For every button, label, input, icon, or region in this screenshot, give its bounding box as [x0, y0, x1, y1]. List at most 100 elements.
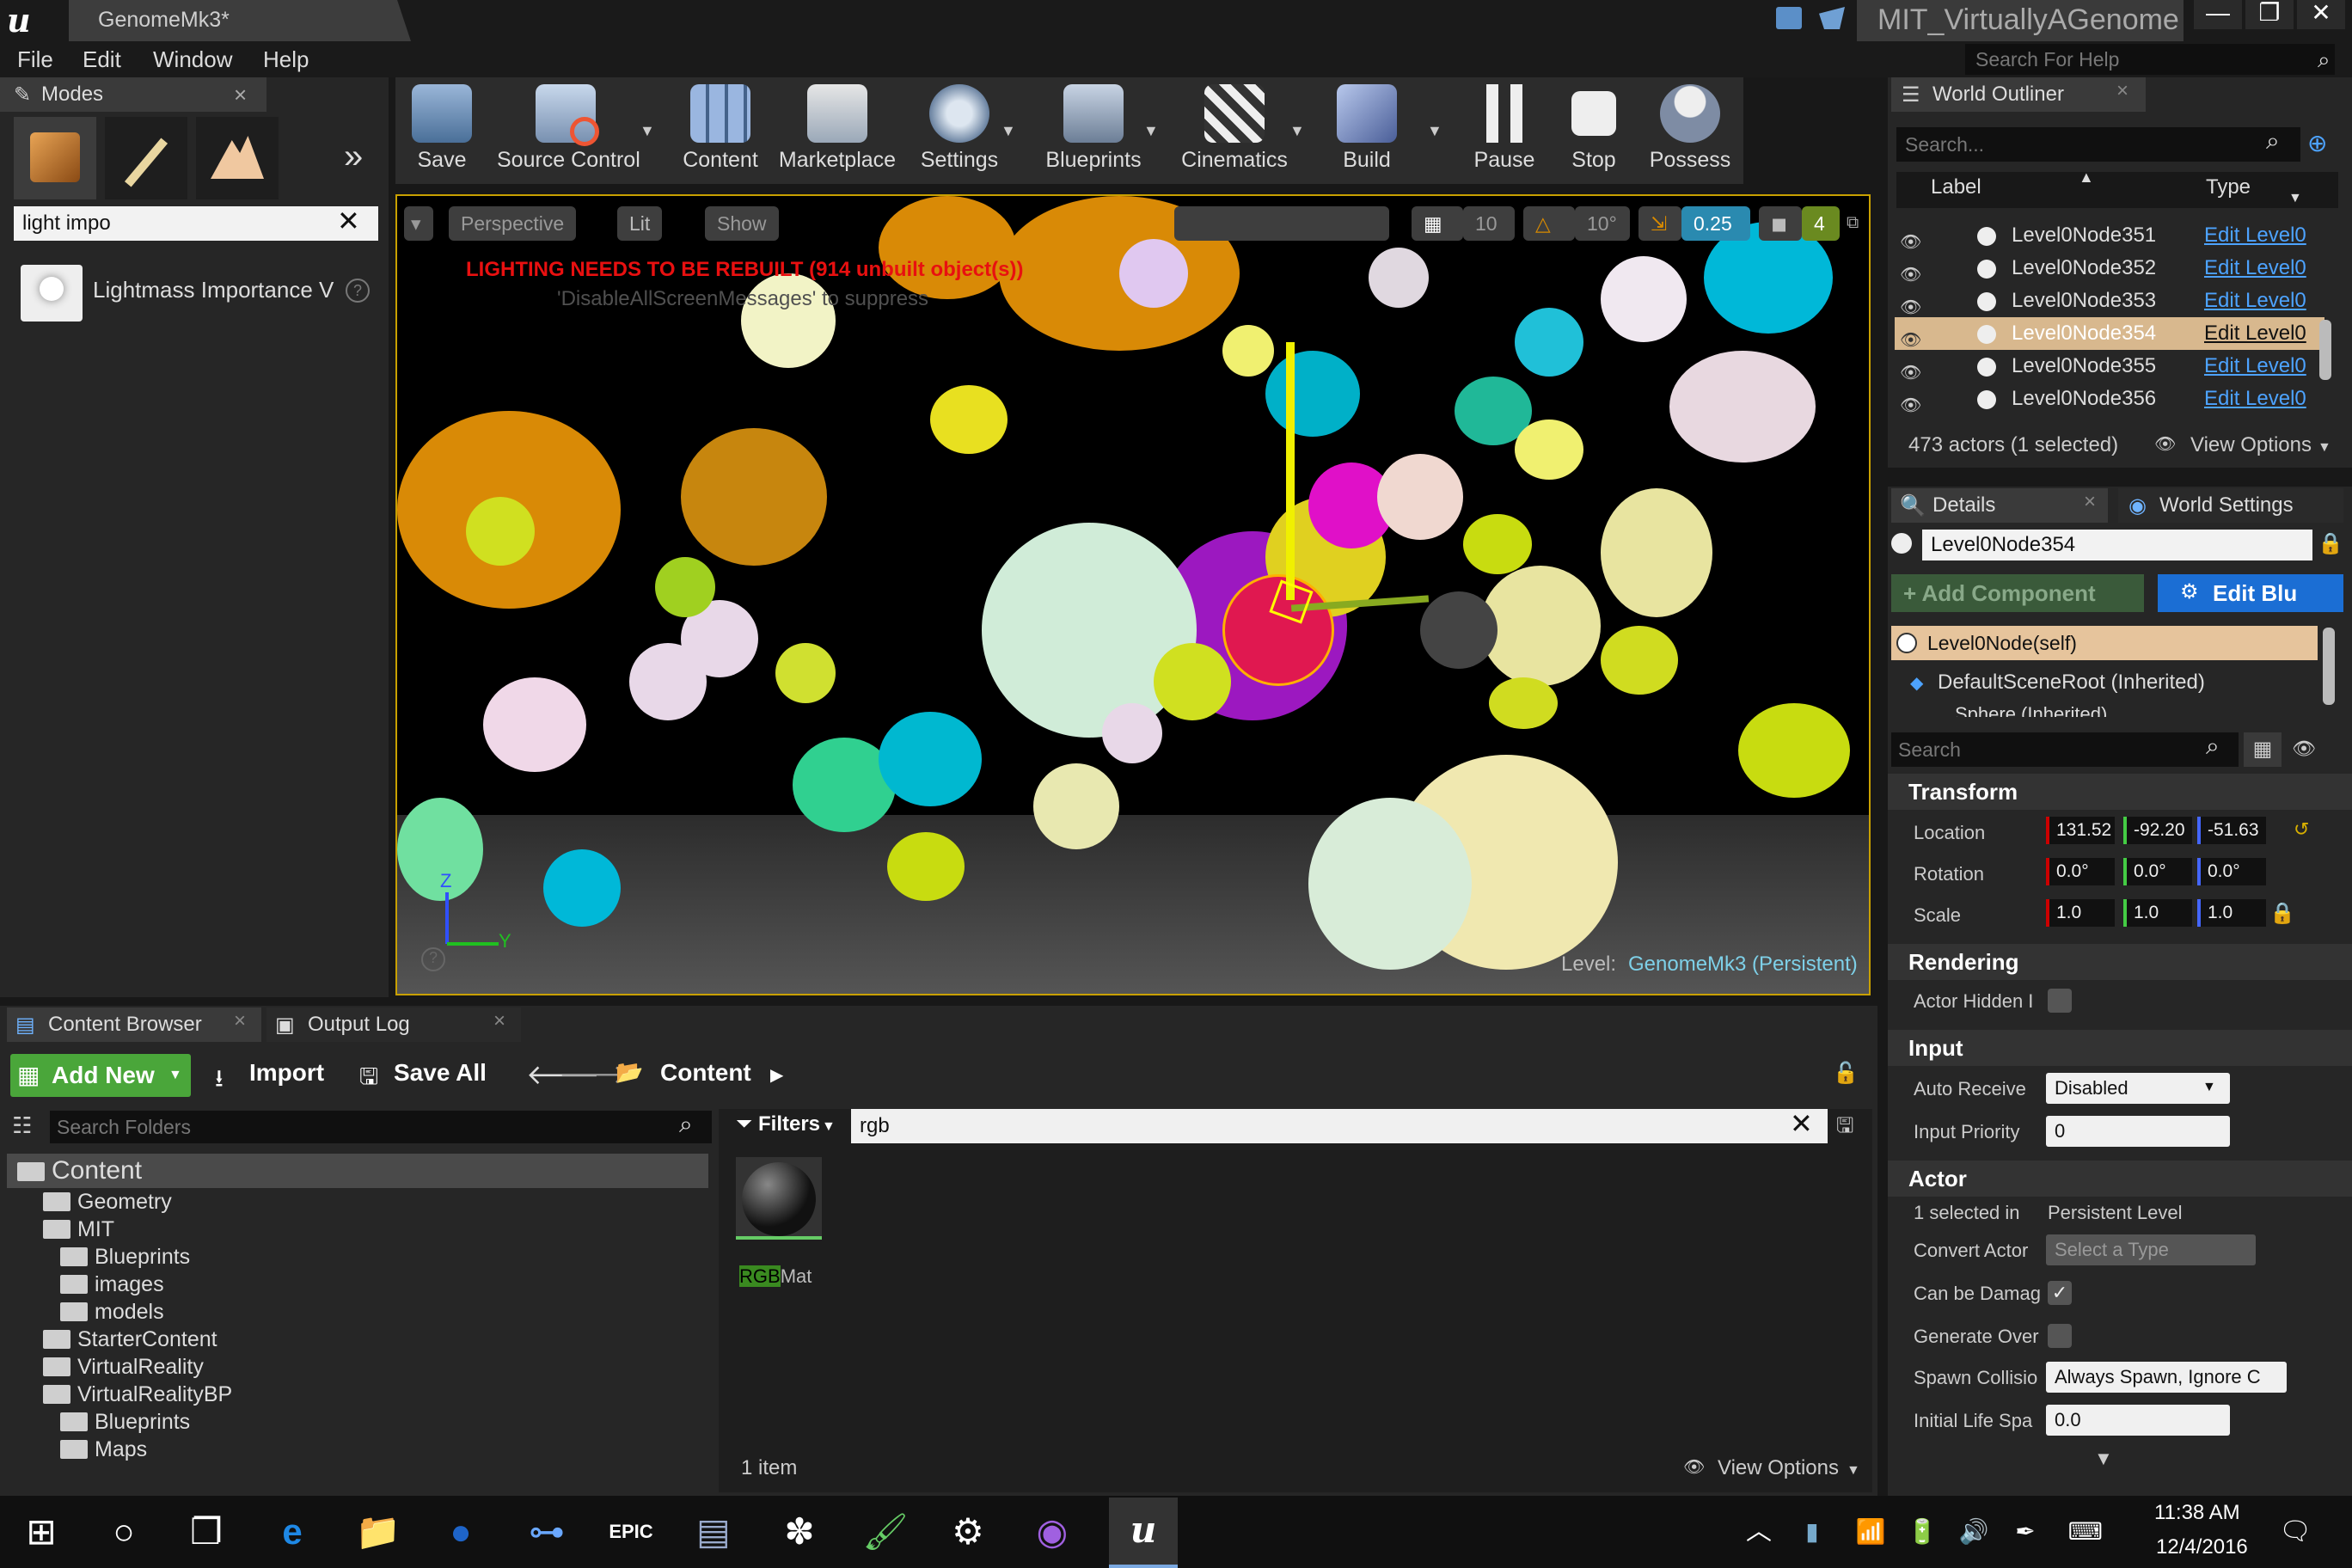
blueprints-button[interactable]: Blueprints: [1033, 77, 1154, 181]
property-matrix-icon[interactable]: ▦: [2244, 732, 2282, 767]
scale-label[interactable]: Scale: [1914, 904, 1961, 927]
more-modes-chevron-icon[interactable]: »: [344, 138, 363, 176]
eye-icon[interactable]: 👁: [1900, 259, 1926, 285]
perspective-button[interactable]: Perspective: [449, 206, 577, 241]
folder-geometry[interactable]: Geometry: [43, 1188, 172, 1216]
maximize-viewport-icon[interactable]: ⧉: [1847, 213, 1859, 233]
notepad-icon[interactable]: ▤: [688, 1506, 739, 1558]
unreal-editor-taskbar-icon[interactable]: u: [1109, 1498, 1178, 1568]
transform-tools[interactable]: [1174, 206, 1389, 241]
chevron-down-icon[interactable]: ▼: [2318, 440, 2331, 456]
outliner-row[interactable]: 👁 Level0Node351 Edit Level0: [1895, 219, 2324, 252]
rotation-snap-icon[interactable]: △: [1523, 206, 1575, 241]
camera-speed-icon[interactable]: ◼: [1759, 206, 1802, 241]
menu-window[interactable]: Window: [153, 41, 232, 77]
level-viewport[interactable]: ▾ Perspective Lit Show ▦ 10 △ 10° ⇲ 0.25…: [395, 194, 1871, 995]
show-button[interactable]: Show: [705, 206, 779, 241]
folder-blueprints[interactable]: Blueprints: [60, 1243, 190, 1271]
import-button[interactable]: Import: [215, 1059, 324, 1087]
gizmo-z-axis[interactable]: [1286, 342, 1295, 600]
settings-gear-icon[interactable]: ⚙: [942, 1506, 994, 1558]
lock-icon[interactable]: 🔒: [2269, 901, 2295, 926]
reset-arrow-icon[interactable]: ↺: [2294, 818, 2309, 841]
edit-blueprint-link[interactable]: Edit Level0: [2204, 219, 2306, 252]
folder-virtual-reality[interactable]: VirtualReality: [43, 1353, 204, 1381]
view-options-button[interactable]: View Options: [1718, 1456, 1839, 1480]
place-mode-button[interactable]: [14, 117, 96, 199]
can-be-damaged-checkbox[interactable]: ✓: [2048, 1281, 2072, 1305]
clear-search-icon[interactable]: ✕: [1790, 1107, 1813, 1140]
scale-snap-icon[interactable]: ⇲: [1638, 206, 1681, 241]
epic-games-icon[interactable]: EPIC: [605, 1506, 657, 1558]
transform-section[interactable]: Transform: [1888, 774, 2352, 810]
location-x[interactable]: 131.52: [2046, 817, 2115, 844]
lock-icon[interactable]: 🔒: [2318, 531, 2343, 556]
asset-search-input[interactable]: rgb: [851, 1109, 1828, 1143]
file-explorer-icon[interactable]: 📁: [352, 1506, 404, 1558]
folder-content[interactable]: Content: [17, 1157, 142, 1185]
chevron-down-icon[interactable]: ▼: [2202, 1080, 2216, 1095]
scale-x[interactable]: 1.0: [2046, 899, 2115, 927]
search-icon[interactable]: ⌕: [679, 1111, 693, 1139]
modes-tab[interactable]: Modes: [0, 77, 266, 112]
pen-icon[interactable]: ✒: [2000, 1506, 2051, 1558]
add-component-button[interactable]: + Add Component: [1891, 574, 2144, 612]
chevron-down-icon[interactable]: ▼: [1001, 122, 1016, 140]
build-button[interactable]: Build: [1307, 77, 1427, 181]
menu-file[interactable]: File: [17, 41, 53, 77]
input-priority-field[interactable]: 0: [2046, 1116, 2230, 1147]
components-scrollbar[interactable]: [2323, 628, 2335, 705]
location-label[interactable]: Location: [1914, 822, 1985, 844]
location-z[interactable]: -51.63: [2197, 817, 2266, 844]
edit-blueprint-link[interactable]: Edit Level0: [2204, 317, 2306, 350]
paint-icon[interactable]: 🖌: [860, 1506, 911, 1558]
add-actor-icon[interactable]: ⊕: [2307, 129, 2327, 157]
marketplace-button[interactable]: Marketplace: [777, 77, 897, 181]
outliner-row[interactable]: 👁 Level0Node352 Edit Level0: [1895, 252, 2324, 285]
source-control-button[interactable]: Source Control: [497, 77, 640, 181]
keyboard-icon[interactable]: ⌨: [2060, 1506, 2111, 1558]
level-doc-tab[interactable]: GenomeMk3*: [69, 0, 411, 41]
scale-snap-value[interactable]: 0.25: [1681, 206, 1750, 241]
save-button[interactable]: Save: [382, 77, 502, 181]
viewport-help-icon[interactable]: ?: [421, 947, 445, 971]
rotation-z[interactable]: 0.0°: [2197, 858, 2266, 885]
save-all-button[interactable]: Save All: [359, 1059, 487, 1087]
chevron-up-icon[interactable]: ︿: [1733, 1506, 1785, 1558]
world-settings-tab[interactable]: World Settings: [2118, 488, 2343, 523]
volume-icon[interactable]: 🔊: [1948, 1506, 2000, 1558]
landscape-mode-button[interactable]: [196, 117, 279, 199]
chevron-right-icon[interactable]: ▶: [770, 1064, 783, 1086]
battery-icon[interactable]: 🔋: [1896, 1506, 1948, 1558]
scale-z[interactable]: 1.0: [2197, 899, 2266, 927]
windows-start-icon[interactable]: ⊞: [15, 1506, 67, 1558]
lock-icon[interactable]: 🔓: [1833, 1061, 1859, 1086]
eye-icon[interactable]: 👁: [1900, 226, 1926, 252]
component-self-row[interactable]: Level0Node(self): [1891, 626, 2318, 660]
edit-blueprint-link[interactable]: Edit Level0: [2204, 285, 2306, 317]
edit-blueprint-link[interactable]: Edit Level0: [2204, 252, 2306, 285]
spawn-collision-dropdown[interactable]: Always Spawn, Ignore C: [2046, 1362, 2287, 1393]
actor-section[interactable]: Actor: [1888, 1161, 2352, 1197]
wifi-icon[interactable]: 📶: [1845, 1506, 1896, 1558]
folder-images[interactable]: images: [60, 1271, 164, 1298]
search-icon[interactable]: ⌕: [2206, 732, 2220, 761]
outliner-row[interactable]: 👁 Level0Node355 Edit Level0: [1895, 350, 2324, 383]
scale-y[interactable]: 1.0: [2123, 899, 2192, 927]
close-icon[interactable]: ×: [234, 1009, 246, 1033]
content-button[interactable]: Content: [660, 77, 781, 181]
details-search-input[interactable]: Search: [1891, 732, 2239, 767]
menu-help[interactable]: Help: [263, 41, 309, 77]
rotation-snap-value[interactable]: 10°: [1575, 206, 1630, 241]
generate-overlap-checkbox[interactable]: [2048, 1324, 2072, 1348]
world-outliner-tab[interactable]: World Outliner: [1891, 77, 2146, 112]
sort-up-icon[interactable]: ▲: [2079, 168, 2094, 187]
grid-snap-icon[interactable]: ▦: [1412, 206, 1463, 241]
chevron-down-icon[interactable]: ▼: [1143, 122, 1159, 140]
possess-button[interactable]: Possess: [1630, 77, 1750, 181]
outliner-row[interactable]: 👁 Level0Node353 Edit Level0: [1895, 285, 2324, 317]
sphere-component-row[interactable]: Sphere (Inherited): [1955, 703, 2107, 717]
camera-speed-value[interactable]: 4: [1802, 206, 1840, 241]
close-icon[interactable]: ×: [234, 77, 247, 112]
path-content[interactable]: Content: [660, 1059, 751, 1087]
